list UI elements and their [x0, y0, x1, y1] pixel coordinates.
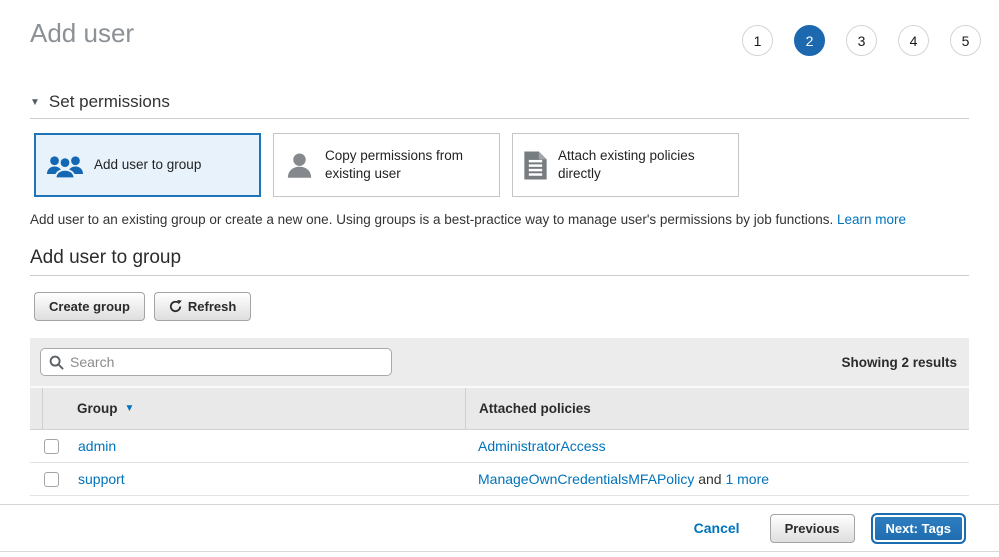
column-header-group[interactable]: Group ▼ — [43, 388, 465, 429]
policies-cell: AdministratorAccess — [465, 438, 969, 454]
group-table-title: Add user to group — [30, 247, 969, 269]
header-spacer-cell — [30, 388, 43, 429]
step-5[interactable]: 5 — [950, 25, 981, 56]
search-icon — [49, 355, 64, 370]
wizard-header: Add user 1 2 3 4 5 — [0, 0, 999, 56]
row-checkbox[interactable] — [44, 472, 59, 487]
user-group-icon — [46, 152, 84, 179]
set-permissions-section-header[interactable]: ▼ Set permissions — [30, 92, 969, 112]
groups-table: Showing 2 results Group ▼ Attached polic… — [30, 338, 969, 496]
step-3[interactable]: 3 — [846, 25, 877, 56]
policies-joiner-text: and — [694, 471, 725, 487]
refresh-button[interactable]: Refresh — [154, 292, 251, 321]
learn-more-link[interactable]: Learn more — [837, 212, 906, 227]
search-box — [40, 348, 392, 376]
card-copy-permissions[interactable]: Copy permissions from existing user — [273, 133, 500, 197]
row-checkbox[interactable] — [44, 439, 59, 454]
card-label: Copy permissions from existing user — [325, 147, 489, 183]
policy-link[interactable]: ManageOwnCredentialsMFAPolicy — [478, 471, 694, 487]
table-header: Group ▼ Attached policies — [30, 388, 969, 430]
column-header-attached-policies: Attached policies — [465, 388, 969, 429]
group-cell: admin — [78, 438, 465, 454]
page-title: Add user — [30, 18, 134, 49]
refresh-label: Refresh — [188, 299, 236, 314]
group-link[interactable]: admin — [78, 438, 116, 454]
table-actions: Create group Refresh — [34, 292, 969, 321]
create-group-button[interactable]: Create group — [34, 292, 145, 321]
divider — [30, 118, 969, 119]
more-policies-link[interactable]: 1 more — [725, 471, 769, 487]
wizard-footer: Cancel Previous Next: Tags — [0, 505, 999, 552]
step-2-current[interactable]: 2 — [794, 25, 825, 56]
cancel-button[interactable]: Cancel — [694, 520, 740, 536]
card-attach-policies[interactable]: Attach existing policies directly — [512, 133, 739, 197]
step-4[interactable]: 4 — [898, 25, 929, 56]
refresh-icon — [169, 300, 182, 313]
set-permissions-title: Set permissions — [49, 92, 170, 112]
policy-link[interactable]: AdministratorAccess — [478, 438, 606, 454]
description-text: Add user to an existing group or create … — [30, 212, 833, 227]
document-icon — [523, 151, 548, 180]
user-icon — [284, 150, 315, 181]
group-cell: support — [78, 471, 465, 487]
group-link[interactable]: support — [78, 471, 125, 487]
next-tags-button[interactable]: Next: Tags — [871, 513, 967, 544]
search-input[interactable] — [40, 348, 392, 376]
checkbox-cell — [30, 471, 78, 488]
step-1[interactable]: 1 — [742, 25, 773, 56]
step-indicator: 1 2 3 4 5 — [742, 25, 981, 56]
results-count: Showing 2 results — [841, 355, 957, 370]
table-row: support ManageOwnCredentialsMFAPolicy an… — [30, 463, 969, 496]
policies-cell: ManageOwnCredentialsMFAPolicy and 1 more — [465, 471, 969, 487]
checkbox-cell — [30, 438, 78, 455]
permission-option-cards: Add user to group Copy permissions from … — [34, 133, 969, 197]
group-column-label: Group — [77, 401, 118, 416]
table-toolbar: Showing 2 results — [30, 338, 969, 388]
previous-button[interactable]: Previous — [770, 514, 855, 543]
divider — [30, 275, 969, 276]
collapse-caret-icon: ▼ — [30, 97, 40, 108]
card-label: Add user to group — [94, 156, 201, 174]
section-description: Add user to an existing group or create … — [30, 212, 969, 227]
sort-desc-icon: ▼ — [125, 403, 135, 414]
card-add-user-to-group[interactable]: Add user to group — [34, 133, 261, 197]
table-row: admin AdministratorAccess — [30, 430, 969, 463]
card-label: Attach existing policies directly — [558, 147, 728, 183]
